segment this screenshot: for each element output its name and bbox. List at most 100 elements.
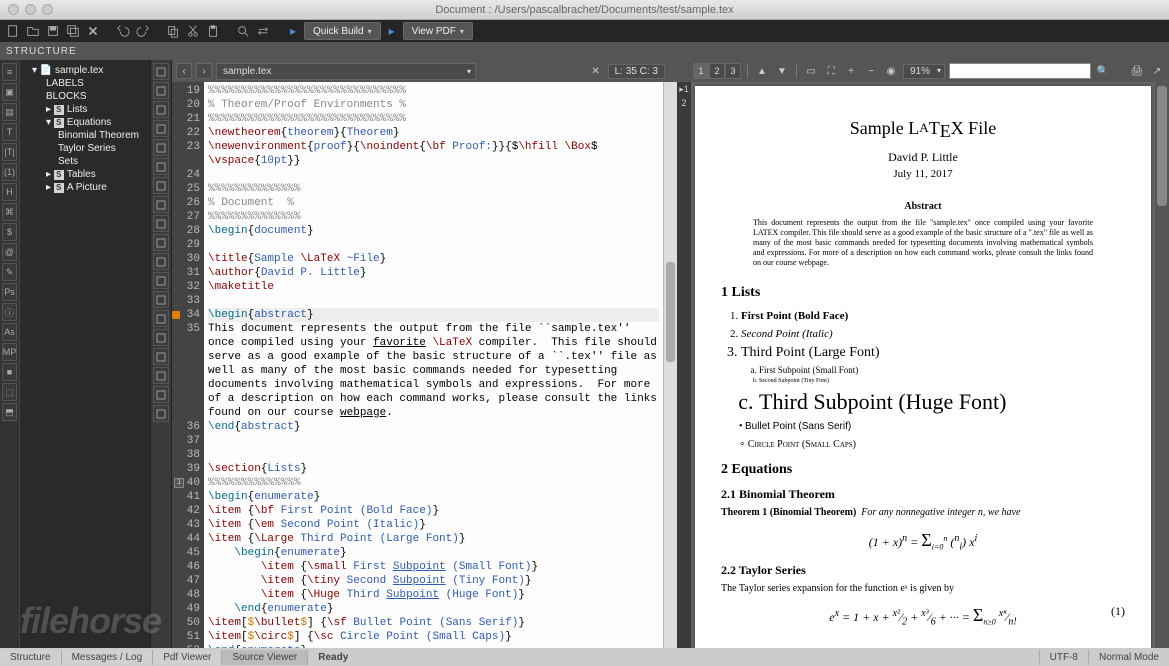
next-file-button[interactable]: ›	[196, 63, 212, 79]
bold-icon[interactable]	[153, 196, 169, 213]
symbol-tab-10[interactable]: ✎	[2, 263, 17, 281]
quick-build-dropdown[interactable]: Quick Build	[304, 22, 381, 40]
symbol-tab-11[interactable]: Ps	[2, 283, 17, 301]
pdf-up-icon[interactable]: ▲	[754, 63, 770, 79]
structure-tree[interactable]: ▾ 📄 sample.tex LABELS BLOCKS ▸ SLists ▾ …	[20, 60, 150, 666]
save-all-icon[interactable]	[64, 22, 82, 40]
fit-page-icon[interactable]: ⛶	[823, 63, 839, 79]
tree-blocks[interactable]: BLOCKS	[22, 90, 148, 103]
item-icon[interactable]	[153, 177, 169, 194]
zoom-window-icon[interactable]	[42, 4, 53, 15]
source-editor[interactable]: %%%%%%%%%%%%%%%%%%%%%%%%%%%%%%% Theorem/…	[204, 82, 663, 666]
tab-sourceviewer[interactable]: Source Viewer	[222, 650, 308, 665]
symbol-tab-0[interactable]: ≡	[2, 63, 17, 81]
editor-scrollbar[interactable]	[663, 82, 677, 666]
file-dropdown[interactable]: sample.tex	[216, 63, 476, 80]
chapter-icon[interactable]	[153, 82, 169, 99]
italic-icon[interactable]	[153, 215, 169, 232]
symbol-tab-17[interactable]: ⬒	[2, 403, 17, 421]
view-pdf-dropdown[interactable]: View PDF	[403, 22, 473, 40]
binomial-equation: (1 + x)n = Σi=0n (ni) xi	[721, 528, 1125, 554]
symbol-tab-1[interactable]: ▣	[2, 83, 17, 101]
pdf-find-icon[interactable]: 🔍	[1095, 63, 1111, 79]
section-icon[interactable]	[153, 101, 169, 118]
subsection-icon[interactable]	[153, 120, 169, 137]
tree-section-equations[interactable]: ▾ SEquations	[22, 116, 148, 129]
tab-structure[interactable]: Structure	[0, 650, 62, 665]
search-icon[interactable]	[234, 22, 252, 40]
symbol-tab-8[interactable]: $	[2, 223, 17, 241]
label-icon[interactable]	[153, 139, 169, 156]
copy-icon[interactable]	[164, 22, 182, 40]
redo-icon[interactable]	[134, 22, 152, 40]
frac-icon[interactable]	[153, 348, 169, 365]
pdf-page[interactable]: Sample LATEX File David P. Little July 1…	[695, 86, 1151, 662]
status-encoding[interactable]: UTF-8	[1039, 650, 1088, 665]
sup-icon[interactable]	[153, 386, 169, 403]
ref-icon[interactable]	[153, 158, 169, 175]
paste-icon[interactable]	[204, 22, 222, 40]
tab-pdfviewer[interactable]: Pdf Viewer	[153, 650, 222, 665]
symbol-tab-3[interactable]: T	[2, 123, 17, 141]
symbol-tab-14[interactable]: MP	[2, 343, 17, 361]
symbol-tab-7[interactable]: ⌘	[2, 203, 17, 221]
symbol-tab-4[interactable]: |T|	[2, 143, 17, 161]
external-pdf-icon[interactable]: ↗	[1149, 63, 1165, 79]
page-2-button[interactable]: 2	[709, 63, 725, 79]
doc-date: July 11, 2017	[721, 167, 1125, 182]
status-mode[interactable]: Normal Mode	[1088, 650, 1169, 665]
pdf-page-indicator[interactable]: 1 2 3	[693, 63, 741, 79]
sqrt-icon[interactable]	[153, 367, 169, 384]
center-icon[interactable]	[153, 272, 169, 289]
symbol-tab-15[interactable]: ■	[2, 363, 17, 381]
symbol-tab-9[interactable]: @	[2, 243, 17, 261]
external-viewer-icon[interactable]: ◉	[883, 63, 899, 79]
sub-icon[interactable]	[153, 405, 169, 422]
undo-icon[interactable]	[114, 22, 132, 40]
symbol-tab-2[interactable]: ▤	[2, 103, 17, 121]
tree-sub-sets[interactable]: Sets	[22, 155, 148, 168]
print-icon[interactable]: 🖨	[1129, 63, 1145, 79]
tree-section-tables[interactable]: ▸ STables	[22, 168, 148, 181]
cut-icon[interactable]	[184, 22, 202, 40]
math-icon[interactable]	[153, 329, 169, 346]
page-3-button[interactable]: 3	[725, 63, 741, 79]
tree-labels[interactable]: LABELS	[22, 77, 148, 90]
close-file-icon[interactable]	[84, 22, 102, 40]
run-arrow-icon[interactable]: ▸	[284, 22, 302, 40]
newline-icon[interactable]	[153, 310, 169, 327]
zoom-out-icon[interactable]: −	[863, 63, 879, 79]
minimize-window-icon[interactable]	[25, 4, 36, 15]
preview-scrollbar[interactable]	[1155, 82, 1169, 666]
zoom-in-icon[interactable]: +	[843, 63, 859, 79]
symbol-tab-6[interactable]: H	[2, 183, 17, 201]
tree-section-picture[interactable]: ▸ SA Picture	[22, 181, 148, 194]
part-icon[interactable]	[153, 63, 169, 80]
replace-icon[interactable]	[254, 22, 272, 40]
right-icon[interactable]	[153, 291, 169, 308]
fit-width-icon[interactable]: ▭	[803, 63, 819, 79]
new-file-icon[interactable]	[4, 22, 22, 40]
tree-section-lists[interactable]: ▸ SLists	[22, 103, 148, 116]
pdf-search-input[interactable]	[949, 63, 1091, 79]
prev-file-button[interactable]: ‹	[176, 63, 192, 79]
tree-sub-taylor[interactable]: Taylor Series	[22, 142, 148, 155]
tree-sub-binomial[interactable]: Binomial Theorem	[22, 129, 148, 142]
symbol-tab-5[interactable]: (1)	[2, 163, 17, 181]
left-icon[interactable]	[153, 253, 169, 270]
window-controls[interactable]	[8, 4, 53, 15]
view-arrow-icon[interactable]: ▸	[383, 22, 401, 40]
close-window-icon[interactable]	[8, 4, 19, 15]
close-editor-icon[interactable]: ✕	[588, 63, 604, 79]
symbol-tab-12[interactable]: ⓘ	[2, 303, 17, 321]
save-file-icon[interactable]	[44, 22, 62, 40]
page-1-button[interactable]: 1	[693, 63, 709, 79]
tab-messages[interactable]: Messages / Log	[62, 650, 154, 665]
tree-root-file[interactable]: ▾ 📄 sample.tex	[22, 64, 148, 77]
emph-icon[interactable]	[153, 234, 169, 251]
open-file-icon[interactable]	[24, 22, 42, 40]
symbol-tab-13[interactable]: As	[2, 323, 17, 341]
zoom-dropdown[interactable]: 91%	[903, 64, 945, 79]
symbol-tab-16[interactable]: ⬚	[2, 383, 17, 401]
pdf-down-icon[interactable]: ▼	[774, 63, 790, 79]
